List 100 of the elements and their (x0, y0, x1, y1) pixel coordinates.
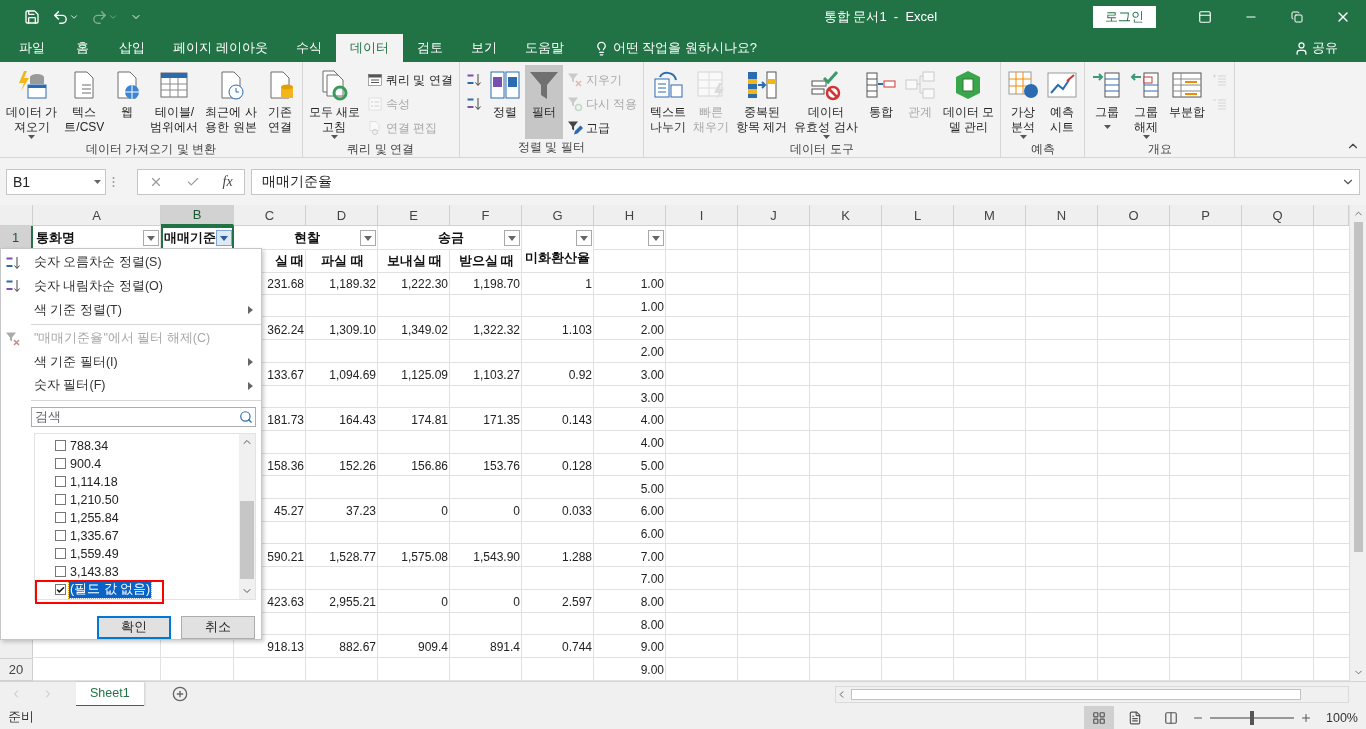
column-header[interactable]: J (738, 205, 810, 226)
column-header[interactable]: K (810, 205, 882, 226)
checkbox[interactable] (55, 566, 66, 578)
sheet-tab[interactable]: Sheet1 (76, 681, 144, 707)
ribbon-button[interactable]: 모두 새로 고침 (305, 65, 364, 141)
ribbon-button[interactable]: 정렬 (485, 65, 524, 139)
insert-function-button[interactable]: fx (222, 173, 233, 190)
ribbon-tab[interactable]: 페이지 레이아웃 (159, 34, 282, 62)
horizontal-scrollbar[interactable] (835, 685, 1349, 703)
tell-me-field[interactable]: 어떤 작업을 원하시나요? (587, 34, 764, 62)
checkbox[interactable] (55, 512, 66, 524)
ribbon-tab[interactable]: 데이터 (335, 34, 403, 62)
ribbon-button[interactable]: 웹 (108, 65, 147, 139)
ribbon-tab[interactable]: 도움말 (510, 34, 578, 62)
formula-field[interactable]: 매매기준율 (251, 168, 1360, 195)
ribbon-button[interactable]: 예측 시트 (1043, 65, 1082, 139)
value-label[interactable]: 1,210.50 (69, 492, 120, 507)
ribbon-button[interactable]: 그룹 해제 (1127, 65, 1166, 141)
ribbon-button[interactable]: 최근에 사 용한 원본 (202, 65, 260, 139)
ribbon-button[interactable]: 부분합 (1166, 65, 1209, 139)
list-scrollbar[interactable] (239, 433, 255, 600)
column-header[interactable]: I (666, 205, 738, 226)
column-header[interactable]: M (954, 205, 1026, 226)
table-cell: 171.35 (483, 413, 520, 428)
name-box[interactable]: B1 (6, 168, 106, 195)
ribbon-tab[interactable]: 홈 (60, 34, 105, 62)
column-header[interactable]: C (234, 205, 306, 226)
checkbox[interactable] (55, 584, 66, 596)
checkbox[interactable] (55, 548, 66, 560)
scroll-thumb[interactable] (1353, 222, 1363, 552)
dialog-button[interactable]: 취소 (181, 616, 255, 640)
column-header[interactable]: N (1026, 205, 1098, 226)
filter-button[interactable] (504, 230, 520, 246)
column-header[interactable]: D (306, 205, 378, 226)
ribbon-button[interactable]: 가상 분석 (1004, 65, 1043, 141)
value-label[interactable]: 3,143.83 (69, 564, 120, 579)
search-field[interactable]: 검색 (31, 406, 256, 427)
column-header[interactable]: Q (1242, 205, 1314, 226)
menu-item[interactable]: 색 기준 필터(I) (1, 350, 261, 375)
ribbon-button[interactable]: 데이터 유효성 검사 (791, 65, 861, 141)
value-label[interactable]: 1,559.49 (69, 546, 120, 561)
column-header[interactable]: E (378, 205, 450, 226)
zoom-in-button[interactable] (1300, 711, 1312, 724)
column-header[interactable]: B (161, 205, 234, 226)
row-header[interactable]: 20 (0, 658, 33, 681)
zoom-thumb[interactable] (1250, 710, 1254, 725)
ribbon-button[interactable]: 기존 연결 (260, 65, 299, 139)
value-label[interactable]: 1,335.67 (69, 528, 120, 543)
value-label[interactable]: 1,255.84 (69, 510, 120, 525)
checkbox[interactable] (55, 494, 66, 506)
view-button[interactable] (1084, 706, 1114, 729)
ribbon-button[interactable]: 그룹 (1088, 65, 1127, 139)
vertical-scrollbar[interactable] (1349, 205, 1366, 681)
ribbon-tab[interactable]: 삽입 (105, 34, 159, 62)
ribbon-button[interactable]: 통합 (861, 65, 900, 139)
dialog-button[interactable]: 확인 (97, 616, 171, 640)
scroll-thumb[interactable] (240, 501, 254, 580)
menu-item[interactable]: 숫자 필터(F) (1, 374, 261, 398)
ribbon-button[interactable]: 고급 (563, 117, 641, 139)
ribbon-button[interactable]: 텍스 트/CSV (61, 65, 108, 139)
sign-in-button[interactable]: 로그인 (1093, 6, 1156, 28)
ribbon-button[interactable]: 테이블/ 범위에서 (147, 65, 202, 139)
checkbox[interactable] (55, 476, 66, 488)
menu-item[interactable]: 숫자 내림차순 정렬(O) (1, 274, 261, 299)
add-sheet-button[interactable] (171, 686, 188, 702)
value-label[interactable]: 1,114.18 (69, 474, 119, 489)
ribbon-button[interactable]: 텍스트 나누기 (647, 65, 690, 139)
ribbon-tab[interactable]: 파일 (4, 34, 60, 62)
table-cell: 2,955.21 (329, 594, 376, 609)
filter-button[interactable] (648, 230, 664, 246)
filter-button[interactable] (143, 230, 159, 246)
menu-item[interactable]: 숫자 오름차순 정렬(S) (1, 250, 261, 275)
checkbox[interactable] (55, 530, 66, 542)
checkbox[interactable] (55, 440, 66, 452)
share-button[interactable]: 공유 (1288, 34, 1344, 62)
value-label[interactable]: 900.4 (69, 456, 103, 471)
ribbon-button[interactable]: 데이터 가 져오기 (3, 65, 61, 141)
ribbon-tab[interactable]: 검토 (402, 34, 457, 62)
menu-item[interactable]: 색 기준 정렬(T) (1, 298, 261, 322)
column-header[interactable]: P (1170, 205, 1242, 226)
filter-button[interactable] (216, 230, 232, 246)
column-header[interactable]: A (33, 205, 161, 226)
row-header[interactable]: 1 (0, 226, 33, 250)
filter-button[interactable] (360, 230, 376, 246)
ribbon-button[interactable]: 필터 (524, 65, 563, 139)
ribbon-button[interactable]: 중복된 항목 제거 (733, 65, 791, 139)
column-header[interactable]: L (882, 205, 954, 226)
ribbon-button[interactable]: 데이터 모 델 관리 (939, 65, 998, 139)
value-label[interactable]: 788.34 (69, 438, 110, 453)
ribbon-button[interactable]: 쿼리 및 연결 (364, 69, 456, 91)
scroll-thumb[interactable] (851, 688, 1301, 700)
column-header[interactable]: H (594, 205, 666, 226)
column-header[interactable]: F (450, 205, 522, 226)
column-header[interactable]: O (1098, 205, 1170, 226)
checkbox[interactable] (55, 458, 66, 470)
ribbon-tab[interactable]: 보기 (456, 34, 511, 62)
column-header[interactable]: G (522, 205, 594, 226)
ribbon-tab[interactable]: 수식 (281, 34, 336, 62)
filter-button[interactable] (576, 230, 592, 246)
table-cell: 174.81 (411, 413, 448, 428)
